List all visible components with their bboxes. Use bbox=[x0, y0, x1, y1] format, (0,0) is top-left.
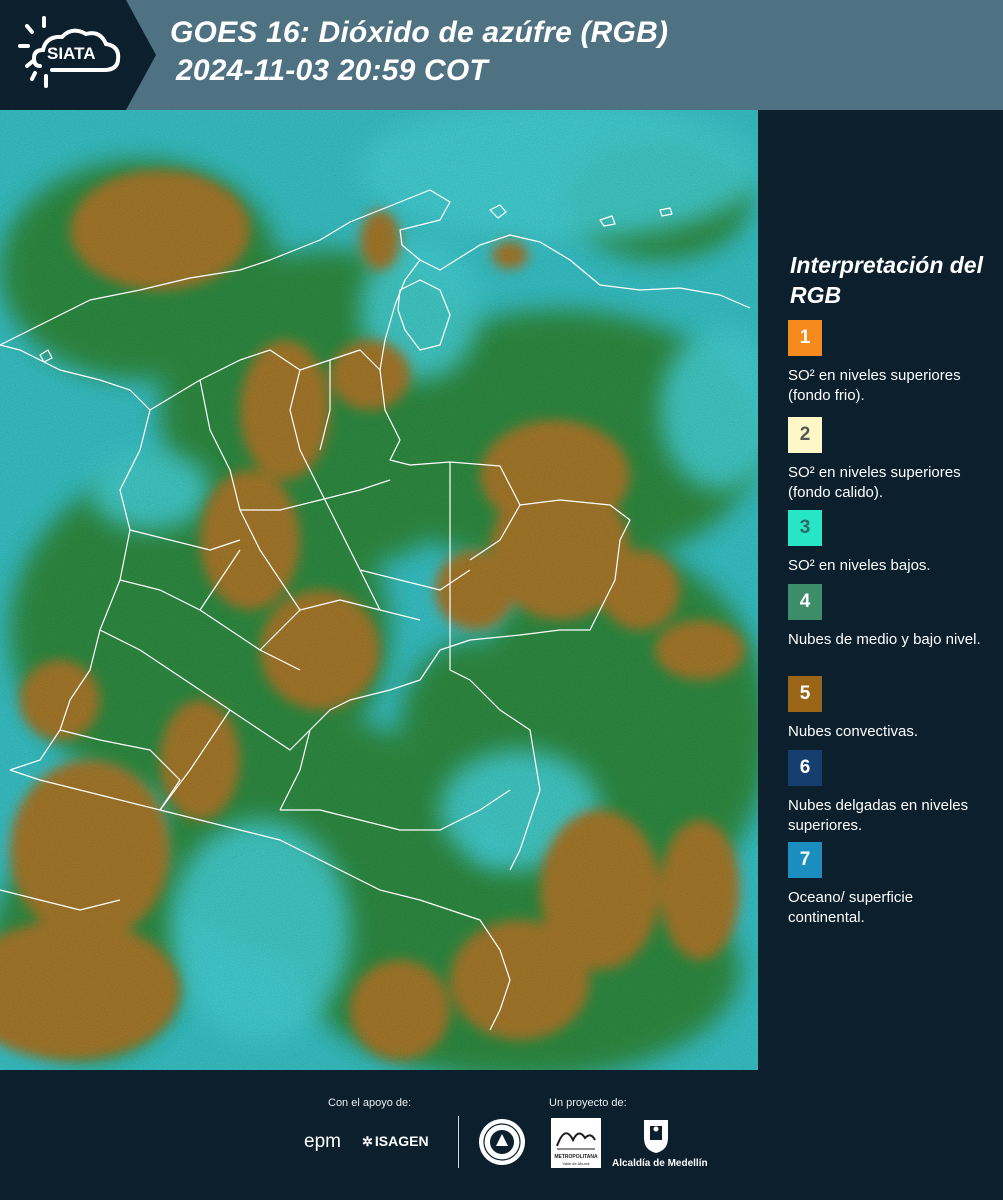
metropolitana-text: METROPOLITANA bbox=[554, 1154, 598, 1160]
satellite-image bbox=[0, 110, 758, 1070]
project-label: Un proyecto de: bbox=[549, 1097, 627, 1109]
area-script-icon bbox=[556, 1132, 596, 1150]
legend-label: SO² en niveles superiores (fondo calido)… bbox=[788, 464, 961, 501]
legend-swatch-4: 4 bbox=[788, 584, 822, 620]
legend-number: 2 bbox=[799, 424, 811, 445]
legend-number: 7 bbox=[799, 849, 811, 870]
legend-item-7: 7 Oceano/ superficie continental. bbox=[788, 842, 993, 928]
page-timestamp: 2024-11-03 20:59 COT bbox=[176, 54, 488, 87]
alcaldia-shield-icon[interactable] bbox=[642, 1118, 670, 1154]
legend-swatch-5: 5 bbox=[788, 676, 822, 712]
siata-logo-text: SIATA bbox=[47, 44, 96, 63]
legend-swatch-1: 1 bbox=[788, 320, 822, 356]
siata-logo[interactable]: SIATA bbox=[0, 0, 160, 110]
isagen-logo[interactable]: ✲ ISAGEN bbox=[362, 1133, 429, 1150]
alcaldia-text: Alcaldía de Medellín bbox=[612, 1158, 708, 1169]
footer: Con el apoyo de: Un proyecto de: epm ✲ IS… bbox=[0, 1070, 1003, 1200]
legend-swatch-6: 6 bbox=[788, 750, 822, 786]
epm-logo-text: epm bbox=[304, 1131, 341, 1152]
legend-swatch-7: 7 bbox=[788, 842, 822, 878]
support-label: Con el apoyo de: bbox=[328, 1097, 412, 1109]
legend-label: Nubes delgadas en niveles superiores. bbox=[788, 797, 969, 834]
legend-title: Interpretación del RGB bbox=[790, 252, 983, 308]
legend-number: 3 bbox=[799, 517, 811, 538]
satellite-map[interactable] bbox=[0, 110, 758, 1070]
legend-swatch-3: 3 bbox=[788, 510, 822, 546]
legend-swatch-2: 2 bbox=[788, 417, 822, 453]
legend-item-5: 5 Nubes convectivas. bbox=[788, 676, 993, 742]
page-title: GOES 16: Dióxido de azúfre (RGB) bbox=[170, 16, 669, 49]
legend-label: Nubes de medio y bajo nivel. bbox=[788, 631, 981, 648]
legend-item-4: 4 Nubes de medio y bajo nivel. bbox=[788, 584, 993, 650]
isagen-logo-text: ISAGEN bbox=[374, 1133, 429, 1149]
isagen-star-icon: ✲ bbox=[362, 1134, 373, 1149]
legend-item-3: 3 SO² en niveles bajos. bbox=[788, 510, 993, 576]
legend-number: 4 bbox=[799, 591, 811, 612]
legend-panel: Interpretación del RGB 1 SO² en niveles … bbox=[758, 110, 1003, 1070]
legend-label: SO² en niveles superiores (fondo frio). bbox=[788, 367, 961, 404]
legend-number: 5 bbox=[799, 683, 811, 704]
metropolitana-sub: Valle de Aburrá bbox=[562, 1161, 590, 1166]
epm-logo[interactable]: epm bbox=[304, 1131, 341, 1153]
legend-label: SO² en niveles bajos. bbox=[788, 557, 931, 574]
legend-item-6: 6 Nubes delgadas en niveles superiores. bbox=[788, 750, 993, 836]
footer-divider bbox=[458, 1116, 459, 1168]
legend-number: 1 bbox=[799, 327, 811, 348]
legend-item-1: 1 SO² en niveles superiores (fondo frio)… bbox=[788, 320, 993, 406]
header-bar: SIATA GOES 16: Dióxido de azúfre (RGB) 2… bbox=[0, 0, 1003, 110]
medellin-seal-icon[interactable] bbox=[478, 1118, 526, 1166]
legend-label: Nubes convectivas. bbox=[788, 723, 919, 740]
area-metropolitana-logo[interactable]: METROPOLITANA Valle de Aburrá bbox=[551, 1118, 601, 1168]
legend-item-2: 2 SO² en niveles superiores (fondo calid… bbox=[788, 417, 993, 503]
legend-label: Oceano/ superficie continental. bbox=[788, 889, 914, 926]
legend-number: 6 bbox=[799, 757, 811, 778]
